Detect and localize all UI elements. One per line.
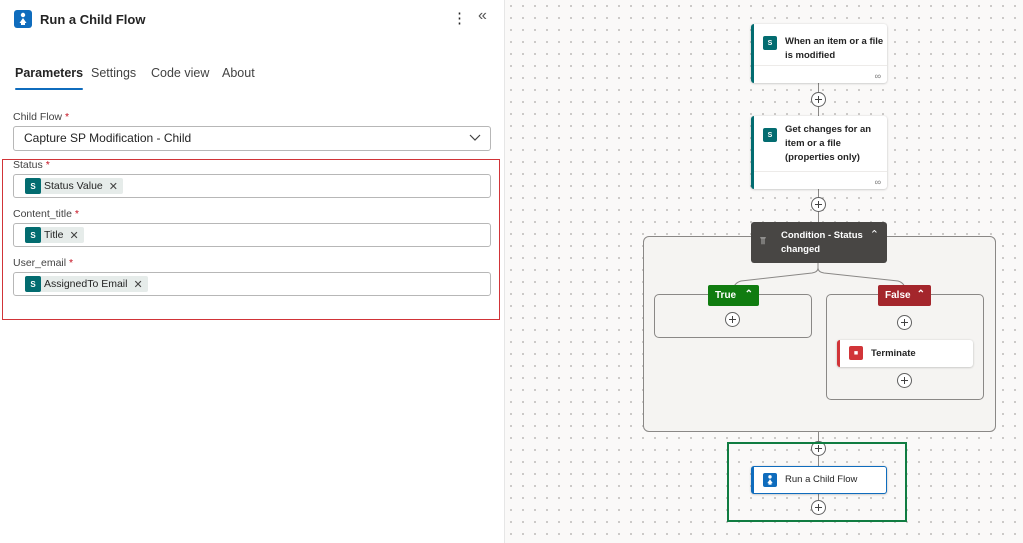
get-changes-node-label: Get changes for an item or a file (propert… (785, 124, 872, 163)
true-branch-header[interactable]: True ⌃ (708, 285, 759, 306)
chevron-up-icon[interactable]: ⌃ (870, 228, 879, 241)
chevron-up-icon: ⌃ (916, 289, 925, 300)
tab-code-view[interactable]: Code view (151, 66, 209, 80)
child-flow-label: Child Flow * (13, 111, 70, 123)
child-flow-dropdown[interactable]: Capture SP Modification - Child (13, 126, 491, 151)
link-icon: ∞ (874, 71, 881, 81)
condition-node[interactable]: ⫪ Condition - Status changed ⌃ (751, 222, 887, 263)
trigger-node-label: When an item or a file is modified (785, 36, 884, 61)
add-step-button[interactable] (811, 197, 826, 212)
chevron-down-icon (469, 134, 481, 141)
tab-parameters[interactable]: Parameters (15, 66, 84, 90)
collapse-panel-icon[interactable]: « (478, 7, 487, 25)
true-branch-label: True (715, 290, 737, 301)
false-branch-label: False (885, 290, 911, 301)
add-step-button[interactable] (811, 92, 826, 107)
sharepoint-icon: S (763, 36, 777, 50)
child-flow-value: Capture SP Modification - Child (24, 131, 192, 145)
tab-settings[interactable]: Settings (91, 66, 136, 80)
terminate-icon: ■ (849, 346, 863, 360)
condition-icon: ⫪ (760, 236, 766, 247)
add-action-false-button[interactable] (897, 373, 912, 388)
more-vertical-icon[interactable]: ⋮ (452, 9, 467, 27)
sharepoint-icon: S (763, 128, 777, 142)
fields-highlight-box (2, 159, 500, 320)
condition-label: Condition - Status changed (781, 230, 863, 255)
tab-about[interactable]: About (222, 66, 255, 80)
terminate-label: Terminate (871, 348, 916, 359)
run-child-highlight-box (727, 442, 907, 522)
get-changes-node[interactable]: S Get changes for an item or a file (prope… (751, 116, 887, 189)
node-divider (754, 171, 887, 172)
node-divider (754, 65, 887, 66)
terminate-node[interactable]: ■ Terminate (837, 340, 973, 367)
parameters-panel: Run a Child Flow ⋮ « Parameters Settings… (0, 0, 505, 543)
link-icon: ∞ (874, 177, 881, 187)
panel-title: Run a Child Flow (40, 12, 146, 27)
add-action-true-button[interactable] (725, 312, 740, 327)
add-action-false-button[interactable] (897, 315, 912, 330)
trigger-node[interactable]: S When an item or a file is modified ∞ (751, 24, 887, 83)
false-branch-header[interactable]: False ⌃ (878, 285, 931, 306)
chevron-up-icon: ⌃ (744, 289, 753, 300)
child-flow-icon (14, 10, 32, 28)
